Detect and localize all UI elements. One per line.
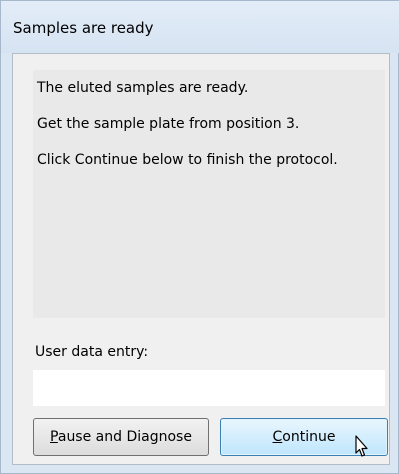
user-data-entry-input[interactable]	[33, 370, 385, 406]
message-panel: The eluted samples are ready. Get the sa…	[33, 70, 385, 318]
message-line-3: Click Continue below to finish the proto…	[37, 152, 338, 168]
pause-and-diagnose-button[interactable]: Pause and Diagnose	[33, 418, 209, 456]
title-bar[interactable]: Samples are ready	[1, 1, 399, 53]
dialog-content: The eluted samples are ready. Get the sa…	[12, 53, 390, 465]
pause-and-diagnose-label: Pause and Diagnose	[50, 429, 192, 445]
message-line-2: Get the sample plate from position 3.	[37, 116, 300, 132]
continue-label: Continue	[272, 429, 336, 445]
user-data-entry-label: User data entry:	[35, 344, 149, 360]
samples-ready-dialog: Samples are ready The eluted samples are…	[0, 0, 399, 474]
message-line-1: The eluted samples are ready.	[37, 80, 249, 96]
window-title: Samples are ready	[13, 19, 154, 37]
mouse-pointer-icon	[350, 434, 374, 462]
